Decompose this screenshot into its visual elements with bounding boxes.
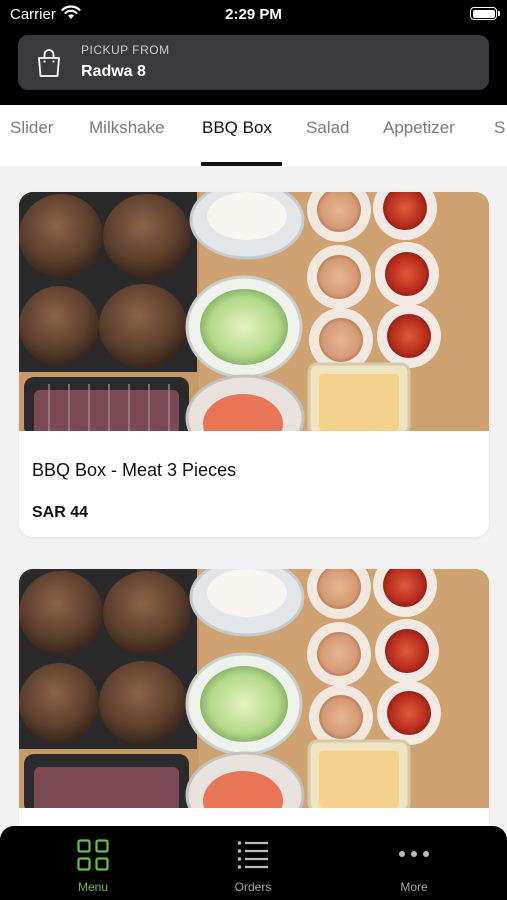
tab-menu[interactable]: Menu — [33, 826, 153, 900]
pickup-location-name: Radwa 8 — [81, 63, 146, 80]
clock: 2:29 PM — [225, 6, 282, 23]
list-icon — [193, 839, 313, 869]
pickup-location-selector[interactable]: PICKUP FROM Radwa 8 — [18, 35, 489, 90]
grid-icon — [33, 839, 153, 871]
product-name: BBQ Box - Meat 3 Pieces — [32, 460, 237, 480]
top-header: Carrier 2:29 PM PICKUP FROM Radwa 8 — [0, 0, 507, 105]
tab-partial[interactable]: S — [494, 118, 505, 138]
tab-orders[interactable]: Orders — [193, 826, 313, 900]
active-tab-indicator — [201, 162, 282, 166]
tab-salad[interactable]: Salad — [306, 118, 349, 138]
tab-more-label: More — [400, 880, 428, 894]
category-tabs: Slider Milkshake BBQ Box Salad Appetizer… — [0, 105, 507, 166]
tab-appetizer[interactable]: Appetizer — [383, 118, 455, 138]
pickup-label: PICKUP FROM — [81, 43, 170, 57]
tab-bbq-box[interactable]: BBQ Box — [202, 118, 272, 138]
shopping-bag-icon — [36, 48, 62, 83]
bottom-tab-bar: Menu Orders More — [0, 826, 507, 900]
battery-icon — [470, 7, 500, 20]
tab-more[interactable]: More — [354, 826, 474, 900]
tab-milkshake[interactable]: Milkshake — [89, 118, 165, 138]
product-price: SAR 44 — [32, 504, 89, 521]
product-card[interactable]: BBQ Box - Meat 3 Pieces SAR 44 — [19, 192, 489, 537]
status-bar: Carrier 2:29 PM — [0, 0, 507, 30]
tab-menu-label: Menu — [77, 880, 109, 894]
more-dots-icon — [354, 850, 474, 858]
tab-orders-label: Orders — [234, 880, 272, 894]
product-image — [19, 569, 489, 808]
product-image — [19, 192, 489, 431]
tab-slider[interactable]: Slider — [10, 118, 53, 138]
